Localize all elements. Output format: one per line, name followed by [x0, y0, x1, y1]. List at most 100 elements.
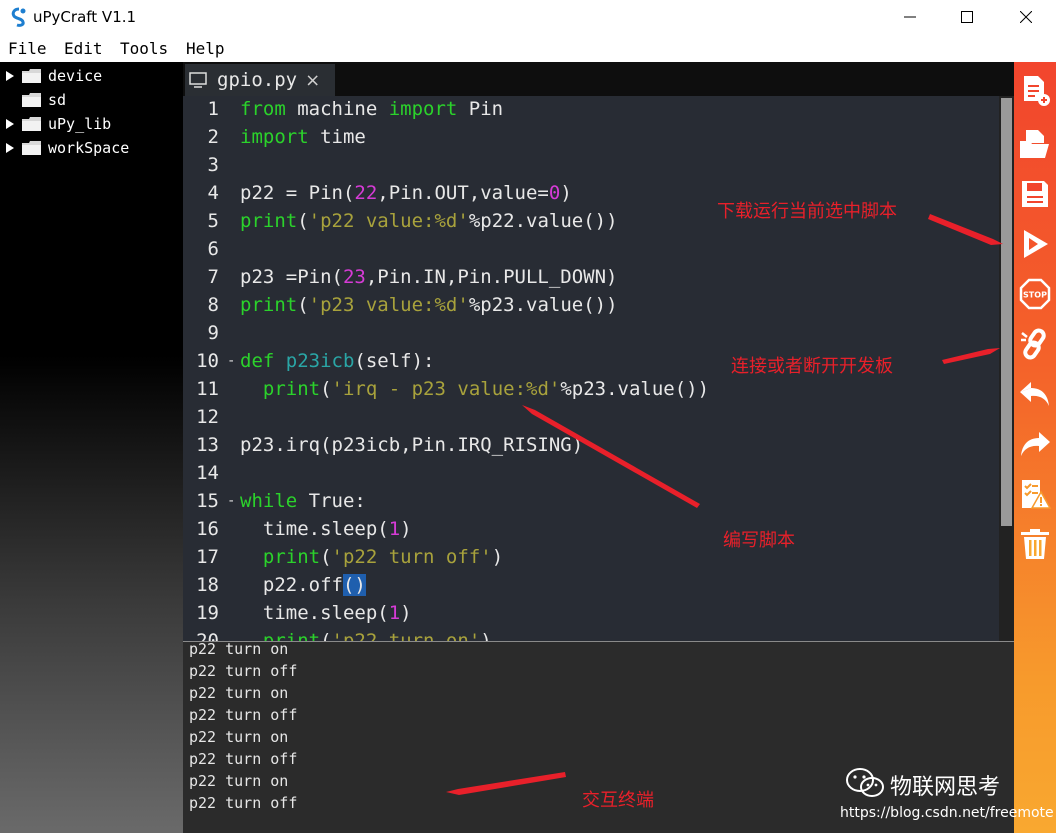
- window-title: uPyCraft V1.1: [33, 8, 137, 26]
- monitor-icon: [189, 72, 207, 88]
- code-line[interactable]: time.sleep(1): [240, 518, 412, 540]
- download-run-icon: [1024, 230, 1048, 258]
- line-number: 13: [196, 434, 219, 456]
- download-run-button[interactable]: [1017, 226, 1053, 262]
- undo-icon: [1020, 382, 1049, 406]
- tree-item-device[interactable]: device: [6, 66, 102, 86]
- upycraft-logo-icon: [11, 7, 26, 27]
- watermark-url: https://blog.csdn.net/freemote: [840, 805, 1054, 821]
- stop-icon: STOP: [1019, 278, 1051, 310]
- annotation-download-run: 下载运行当前选中脚本: [717, 201, 897, 222]
- menu-bar: File Edit Tools Help: [0, 34, 1056, 62]
- terminal-line: p22 turn on: [189, 684, 289, 702]
- line-number: 8: [207, 294, 219, 316]
- tab-label: gpio.py: [217, 69, 298, 91]
- folder-icon: [22, 141, 41, 155]
- tree-label: sd: [48, 91, 67, 109]
- line-number: 9: [207, 322, 219, 344]
- right-toolbar: STOP: [1014, 62, 1056, 833]
- expand-arrow-icon[interactable]: [6, 143, 14, 153]
- tab-gpio-py[interactable]: gpio.py ×: [185, 64, 335, 96]
- code-line[interactable]: from machine import Pin: [240, 98, 503, 120]
- menu-file[interactable]: File: [8, 39, 47, 58]
- line-number: 5: [207, 210, 219, 232]
- editor-scrollbar[interactable]: [999, 96, 1014, 641]
- line-number: 3: [207, 154, 219, 176]
- code-line[interactable]: p22 = Pin(22,Pin.OUT,value=0): [240, 182, 572, 204]
- wechat-logo-icon: [846, 768, 884, 797]
- title-bar: uPyCraft V1.1: [0, 0, 1056, 34]
- minimize-icon: [904, 16, 916, 18]
- folder-icon: [22, 69, 41, 83]
- minimize-button[interactable]: [880, 0, 940, 34]
- terminal-line: p22 turn off: [189, 794, 298, 812]
- annotation-connect: 连接或者断开开发板: [731, 356, 893, 377]
- file-tree: device sd uPy_lib workSpace: [0, 62, 183, 833]
- line-number: 19: [196, 602, 219, 624]
- clear-button[interactable]: [1017, 526, 1053, 562]
- line-number: 11: [196, 378, 219, 400]
- save-button[interactable]: [1017, 176, 1053, 212]
- code-line[interactable]: p22.off(): [240, 574, 366, 596]
- tab-bar: gpio.py ×: [183, 62, 1014, 96]
- menu-edit[interactable]: Edit: [64, 39, 103, 58]
- watermark-text: 物联网思考: [890, 775, 1001, 800]
- line-number: 1: [207, 98, 219, 120]
- expand-arrow-icon[interactable]: [6, 71, 14, 81]
- folder-icon: [22, 117, 41, 131]
- new-file-icon: [1024, 76, 1050, 106]
- fold-toggle-icon[interactable]: -: [227, 493, 237, 509]
- save-icon: [1022, 181, 1048, 207]
- line-number: 7: [207, 266, 219, 288]
- menu-tools[interactable]: Tools: [120, 39, 168, 58]
- terminal-line: p22 turn on: [189, 772, 289, 790]
- terminal-line: p22 turn on: [189, 728, 289, 746]
- tree-item-workspace[interactable]: workSpace: [6, 138, 129, 158]
- connect-button[interactable]: [1017, 326, 1053, 362]
- code-line[interactable]: print('p22 turn on'): [240, 630, 492, 641]
- tree-item-upy-lib[interactable]: uPy_lib: [6, 114, 111, 134]
- expand-arrow-icon[interactable]: [6, 119, 14, 129]
- fold-toggle-icon[interactable]: -: [227, 353, 237, 369]
- code-line[interactable]: p23 =Pin(23,Pin.IN,Pin.PULL_DOWN): [240, 266, 618, 288]
- line-number: 2: [207, 126, 219, 148]
- syntax-check-button[interactable]: [1017, 476, 1053, 512]
- tree-item-sd[interactable]: sd: [6, 90, 66, 110]
- open-file-button[interactable]: [1017, 126, 1053, 162]
- code-line[interactable]: while True:: [240, 490, 366, 512]
- maximize-button[interactable]: [937, 0, 997, 34]
- undo-button[interactable]: [1017, 376, 1053, 412]
- redo-button[interactable]: [1017, 426, 1053, 462]
- stop-button[interactable]: STOP: [1017, 276, 1053, 312]
- clear-icon: [1021, 529, 1049, 559]
- editor-scrollbar-thumb[interactable]: [1001, 98, 1012, 526]
- code-line[interactable]: print('p22 turn off'): [240, 546, 503, 568]
- line-number: 20: [196, 630, 219, 641]
- line-number: 14: [196, 462, 219, 484]
- menu-help[interactable]: Help: [186, 39, 225, 58]
- code-line[interactable]: p23.irq(p23icb,Pin.IRQ_RISING): [240, 434, 583, 456]
- code-line[interactable]: print('irq - p23 value:%d'%p23.value()): [240, 378, 709, 400]
- redo-icon: [1021, 432, 1050, 456]
- syntax-check-icon: [1022, 480, 1052, 509]
- connect-icon: [1021, 328, 1046, 360]
- close-button[interactable]: [996, 0, 1056, 34]
- line-number: 6: [207, 238, 219, 260]
- code-line[interactable]: import time: [240, 126, 366, 148]
- code-line[interactable]: print('p23 value:%d'%p23.value()): [240, 294, 618, 316]
- line-number: 15: [196, 490, 219, 512]
- tree-label: device: [48, 67, 103, 85]
- code-line[interactable]: print('p22 value:%d'%p22.value()): [240, 210, 618, 232]
- terminal-line: p22 turn off: [189, 662, 298, 680]
- new-file-button[interactable]: [1017, 72, 1053, 108]
- folder-icon: [22, 93, 41, 107]
- tab-close-icon[interactable]: ×: [305, 70, 320, 91]
- line-number-gutter: 1 2 3 4 5 6 7 8 9 10-11 12 13 14 15-16 17 18 19 20: [183, 96, 238, 641]
- annotation-terminal: 交互终端: [582, 790, 654, 811]
- line-number: 12: [196, 406, 219, 428]
- line-number: 16: [196, 518, 219, 540]
- code-line[interactable]: def p23icb(self):: [240, 350, 435, 372]
- code-line[interactable]: time.sleep(1): [240, 602, 412, 624]
- annotation-write-script: 编写脚本: [723, 530, 795, 551]
- line-number: 18: [196, 574, 219, 596]
